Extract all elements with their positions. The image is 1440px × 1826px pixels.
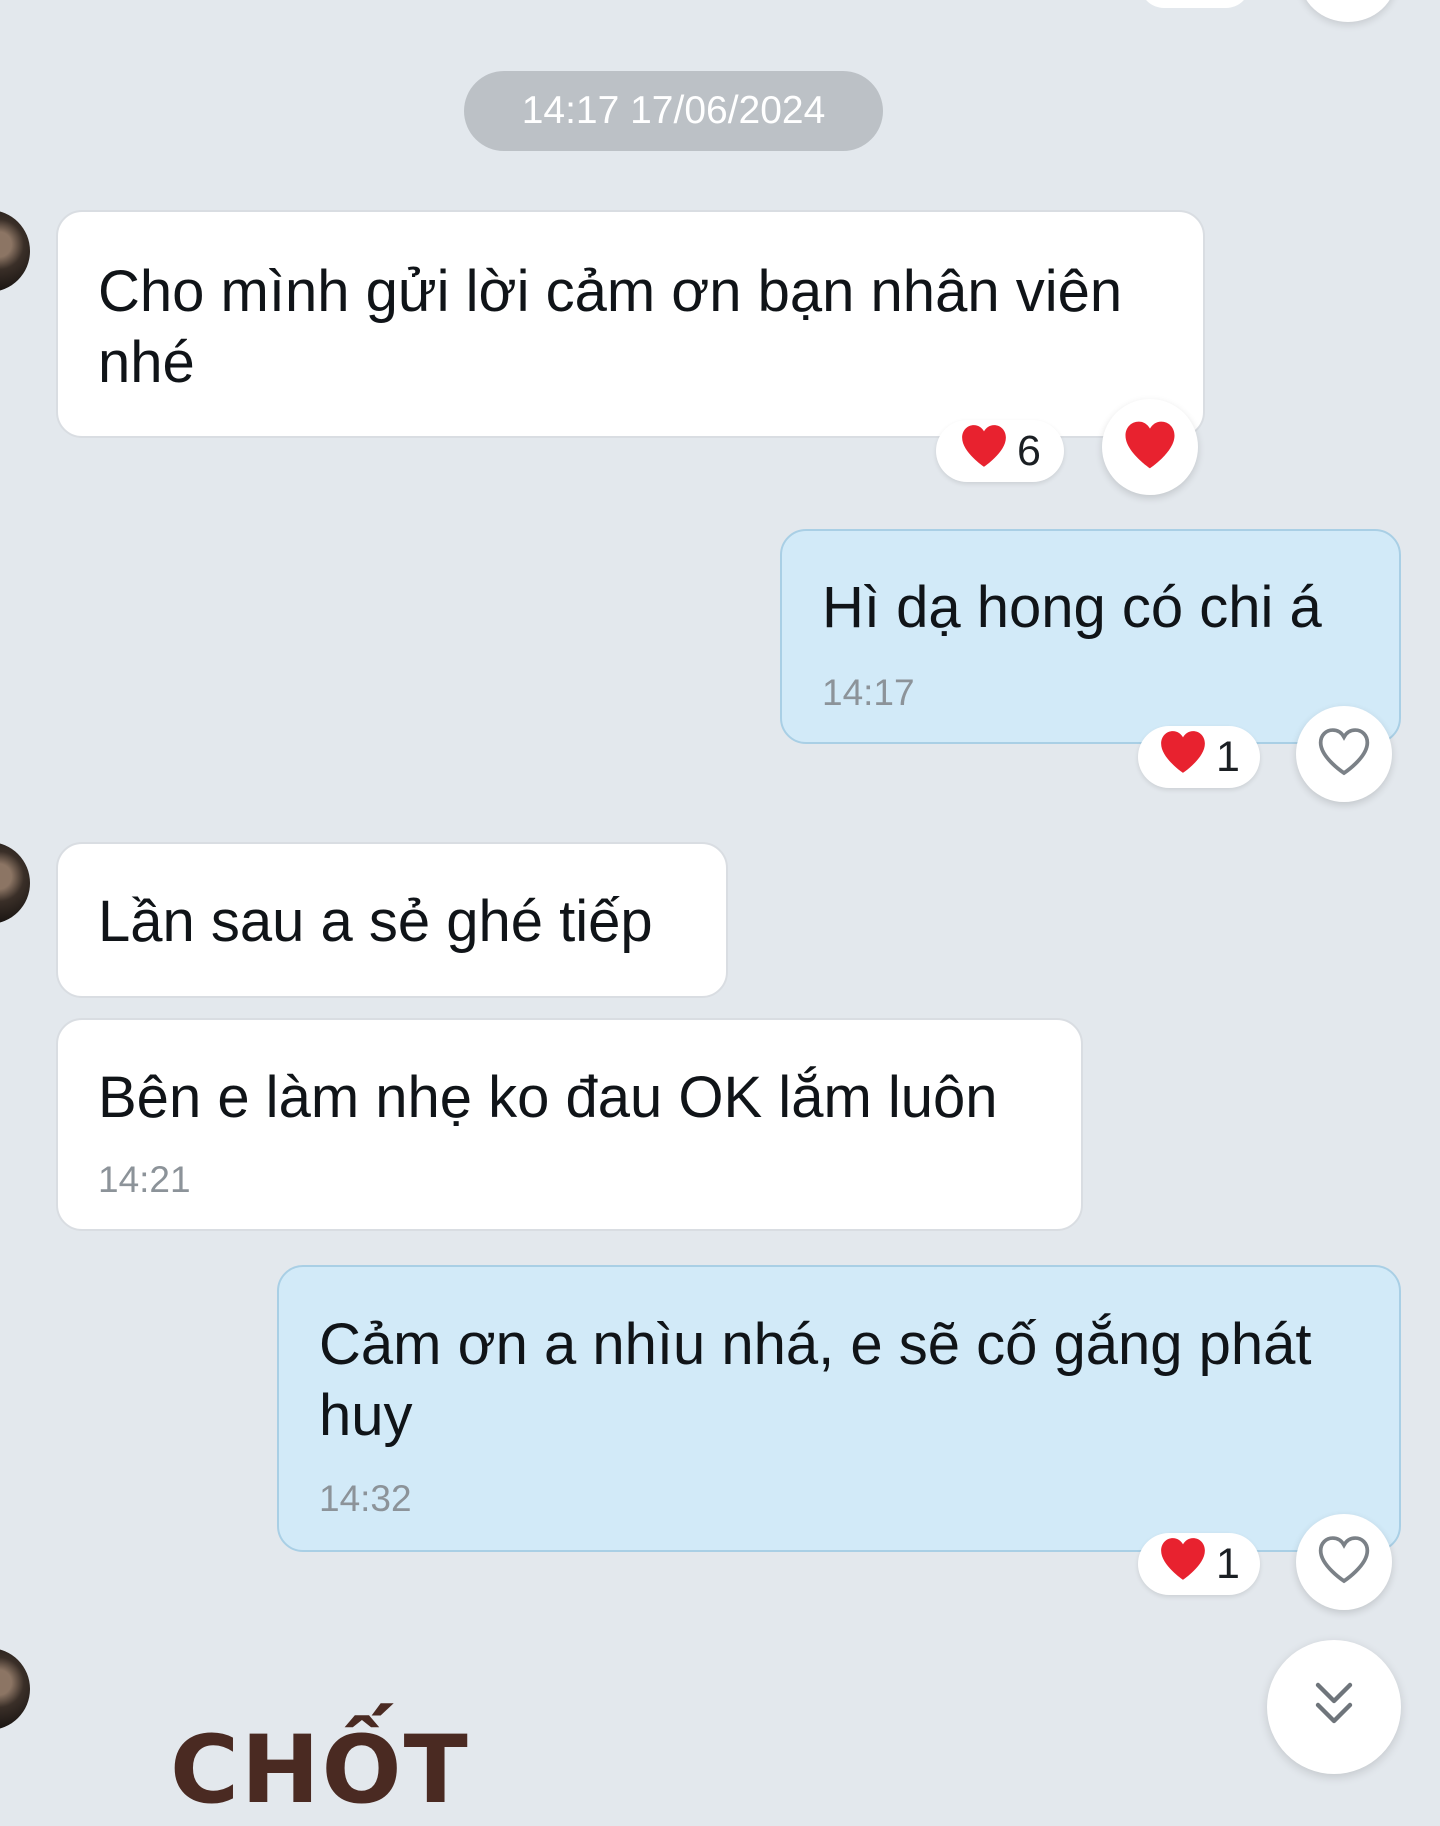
message-text: Cho mình gửi lời cảm ơn bạn nhân viên: [98, 259, 1123, 324]
message-text: Cảm ơn a nhìu nhá, e sẽ cố gắng phát: [319, 1312, 1312, 1377]
message-time: 14:32: [319, 1478, 412, 1519]
message-time: 14:17: [822, 672, 915, 713]
reaction-count-label: 1: [1216, 732, 1240, 781]
message-bubble-outgoing[interactable]: Cảm ơn a nhìu nhá, e sẽ cố gắng phát huy…: [277, 1265, 1401, 1552]
avatar[interactable]: [0, 1648, 30, 1730]
heart-icon: [959, 423, 1009, 480]
message-text: Lần sau a sẻ ghé tiếp: [98, 889, 653, 954]
reaction-count[interactable]: 1: [1138, 1533, 1260, 1595]
message-text: nhé: [98, 330, 195, 395]
reaction-button[interactable]: [1102, 399, 1198, 495]
chat-conversation: 14:17 17/06/2024 Cho mình gửi lời cảm ơn…: [0, 0, 1440, 1825]
reaction-count-label: 1: [1216, 1539, 1240, 1588]
heart-icon: [1158, 1536, 1208, 1593]
reaction-button-partial[interactable]: [1300, 0, 1396, 22]
avatar[interactable]: [0, 842, 30, 924]
reaction-button[interactable]: [1296, 1514, 1392, 1610]
message-time: 14:21: [98, 1159, 191, 1200]
reaction-count[interactable]: 6: [936, 420, 1064, 482]
reaction-count[interactable]: 1: [1138, 726, 1260, 788]
message-text: Hì dạ hong có chi á: [822, 575, 1322, 640]
reaction-count-label: 6: [1017, 426, 1041, 475]
heart-outline-icon: [1316, 726, 1372, 783]
heart-icon: [1122, 419, 1178, 476]
avatar[interactable]: [0, 210, 30, 292]
heart-outline-icon: [1316, 1534, 1372, 1591]
reaction-button[interactable]: [1296, 706, 1392, 802]
message-bubble-incoming[interactable]: Lần sau a sẻ ghé tiếp: [56, 842, 728, 998]
message-text: huy: [319, 1383, 413, 1448]
message-bubble-incoming[interactable]: Bên e làm nhẹ ko đau OK lắm luôn 14:21: [56, 1018, 1083, 1231]
message-bubble-outgoing[interactable]: Hì dạ hong có chi á 14:17: [780, 529, 1401, 744]
date-separator: 14:17 17/06/2024: [464, 71, 883, 151]
message-bubble-incoming[interactable]: Cho mình gửi lời cảm ơn bạn nhân viên nh…: [56, 210, 1205, 438]
reaction-count-partial[interactable]: [1140, 0, 1250, 8]
scroll-to-bottom-button[interactable]: [1267, 1640, 1401, 1774]
heart-icon: [1158, 729, 1208, 786]
double-chevron-down-icon: [1310, 1679, 1358, 1736]
message-text: Bên e làm nhẹ ko đau OK lắm luôn: [98, 1065, 998, 1130]
sticker[interactable]: CHỐT: [170, 1716, 470, 1826]
